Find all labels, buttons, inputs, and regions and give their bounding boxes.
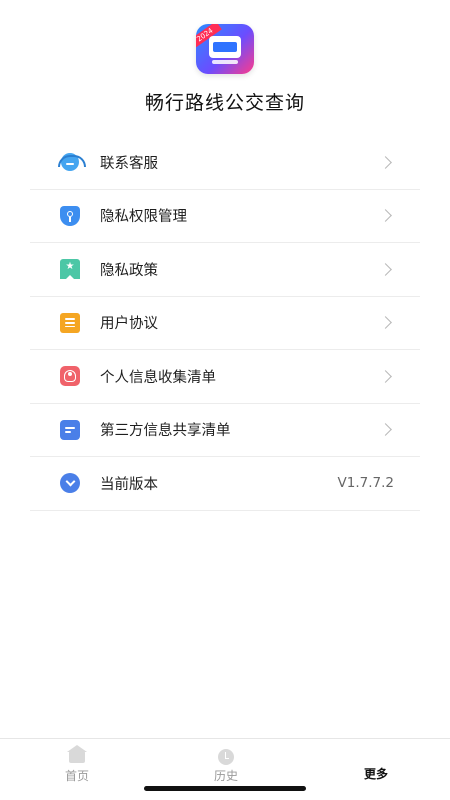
tab-history[interactable]: 历史	[186, 739, 266, 789]
version-number: V1.7.7.2	[337, 475, 394, 492]
app-header: 2024 畅行路线公交查询	[0, 0, 450, 130]
menu-item-label: 第三方信息共享清单	[100, 423, 231, 440]
menu-item-label: 隐私权限管理	[100, 209, 187, 226]
bookmark-star-icon: ★	[60, 259, 80, 280]
tab-label: 首页	[64, 769, 89, 783]
clock-icon	[217, 749, 235, 765]
bus-wheels-icon	[212, 60, 238, 64]
menu-item-personal-info-list[interactable]: 个人信息收集清单	[30, 350, 420, 404]
chevron-right-icon	[379, 155, 392, 169]
document-icon	[60, 312, 80, 333]
bus-screen-icon	[209, 36, 241, 58]
chevron-right-icon	[379, 262, 392, 276]
person-card-icon	[60, 366, 80, 387]
tab-home[interactable]: 首页	[37, 739, 117, 789]
list-icon	[60, 419, 80, 440]
shield-key-icon	[60, 205, 80, 226]
tab-label: 历史	[213, 769, 238, 783]
menu-item-label: 联系客服	[100, 155, 158, 172]
menu-item-label: 隐私政策	[100, 262, 158, 279]
headset-icon	[58, 152, 86, 172]
app-logo-icon: 2024	[196, 24, 254, 74]
menu-item-label: 当前版本	[100, 476, 158, 493]
settings-page: 2024 畅行路线公交查询 联系客服 隐私权限管理 ★ 隐私政策 用户协议 个人…	[0, 0, 450, 800]
menu-item-label: 个人信息收集清单	[100, 369, 216, 386]
menu-item-privacy-policy[interactable]: ★ 隐私政策	[30, 243, 420, 297]
app-title: 畅行路线公交查询	[144, 92, 305, 114]
chevron-right-icon	[379, 209, 392, 223]
chevron-right-icon	[379, 369, 392, 383]
menu-item-contact-support[interactable]: 联系客服	[30, 136, 420, 190]
menu-item-user-agreement[interactable]: 用户协议	[30, 297, 420, 350]
chevron-right-icon	[379, 316, 392, 330]
menu-item-label: 用户协议	[100, 316, 158, 333]
menu-item-privacy-permissions[interactable]: 隐私权限管理	[30, 190, 420, 243]
home-icon	[67, 745, 87, 765]
menu-list: 联系客服 隐私权限管理 ★ 隐私政策 用户协议 个人信息收集清单 第三方信息共享…	[30, 136, 420, 511]
menu-item-third-party-sharing-list[interactable]: 第三方信息共享清单	[30, 404, 420, 457]
tab-more[interactable]: 更多	[336, 739, 416, 789]
version-v-icon	[60, 473, 80, 494]
chevron-right-icon	[379, 423, 392, 437]
home-indicator-bar[interactable]	[144, 786, 306, 791]
menu-item-current-version: 当前版本 V1.7.7.2	[30, 457, 420, 511]
tab-label: 更多	[363, 767, 388, 781]
